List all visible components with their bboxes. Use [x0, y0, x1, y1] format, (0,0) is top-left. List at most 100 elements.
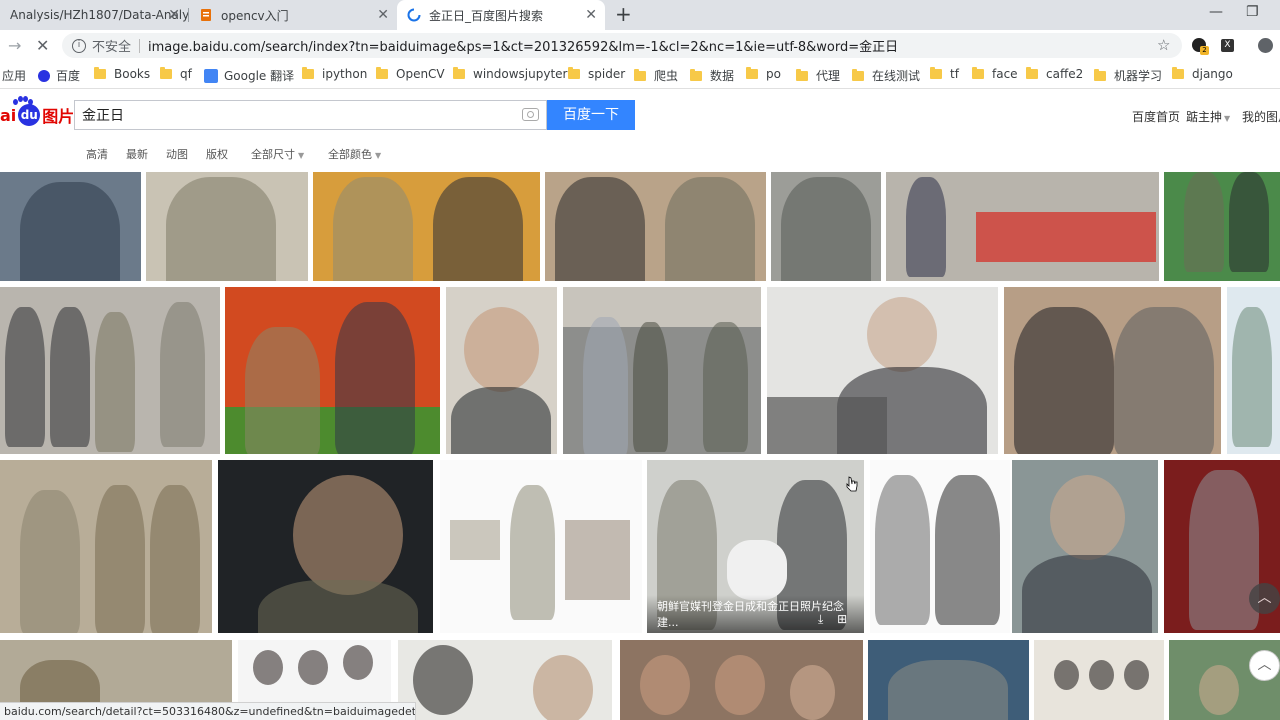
bookmark-label: spider [588, 67, 626, 81]
result-image[interactable] [620, 640, 863, 720]
bookmark-apps[interactable]: 应用 [2, 67, 26, 84]
logo-du: du [18, 104, 41, 126]
bookmark-face[interactable]: face [972, 67, 1018, 81]
filter-animated[interactable]: 动图 [166, 146, 188, 162]
bookmark-opencv[interactable]: OpenCV [376, 67, 445, 81]
close-tab-icon[interactable]: ✕ [585, 7, 597, 23]
folder-icon [972, 67, 984, 79]
chevron-down-icon: ▼ [375, 151, 382, 160]
bookmark-label: 在线测试 [872, 69, 921, 83]
link-my-images[interactable]: 我的图片 [1242, 108, 1280, 125]
result-image[interactable] [868, 640, 1029, 720]
bookmark-data[interactable]: 数据 [690, 67, 734, 84]
tab-opencv[interactable]: opencv入门 ✕ [189, 0, 397, 30]
result-image[interactable] [0, 460, 212, 633]
download-icon[interactable]: ⤓ [818, 612, 823, 626]
bookmark-label: 应用 [2, 69, 27, 83]
result-image[interactable] [563, 287, 761, 454]
mouse-cursor-icon [846, 476, 858, 492]
bookmark-caffe2[interactable]: caffe2 [1026, 67, 1083, 81]
filter-label: 版权 [206, 148, 228, 161]
result-image[interactable] [1164, 172, 1280, 281]
result-image[interactable] [218, 460, 433, 633]
result-image[interactable] [1004, 287, 1221, 454]
bookmark-po[interactable]: po [746, 67, 781, 81]
bookmark-django[interactable]: django [1172, 67, 1233, 81]
bookmark-star-icon[interactable]: ☆ [1157, 36, 1170, 54]
bookmark-online-test[interactable]: 在线测试 [852, 67, 920, 84]
close-tab-icon[interactable]: ✕ [377, 7, 389, 23]
zoom-icon[interactable]: ⊞ [837, 612, 847, 626]
filter-color-dropdown[interactable]: 全部颜色 ▼ [328, 146, 381, 162]
result-image[interactable] [771, 172, 881, 281]
folder-icon [746, 67, 758, 79]
result-image[interactable] [1034, 640, 1164, 720]
search-input[interactable]: 金正日 [74, 100, 547, 130]
folder-icon [796, 68, 808, 81]
baidu-logo[interactable]: ai du 图片 [0, 97, 74, 133]
result-image[interactable] [0, 172, 141, 281]
address-bar[interactable]: i 不安全 image.baidu.com/search/index?tn=ba… [62, 33, 1182, 58]
filter-latest[interactable]: 最新 [126, 146, 148, 162]
filter-size-dropdown[interactable]: 全部尺寸 ▼ [251, 146, 304, 162]
result-image[interactable] [886, 172, 1159, 281]
chevron-down-icon: ▼ [1224, 114, 1231, 123]
bookmark-label: 百度 [56, 69, 81, 83]
search-value[interactable]: 金正日 [82, 105, 124, 125]
new-tab-plus-icon[interactable]: + [615, 2, 632, 26]
bookmark-crawler[interactable]: 爬虫 [634, 67, 678, 84]
bookmark-tf[interactable]: tf [930, 67, 959, 81]
result-image[interactable] [1227, 287, 1280, 454]
bookmark-ipython[interactable]: ipython [302, 67, 367, 81]
forward-arrow-icon[interactable]: → [8, 36, 21, 55]
info-icon[interactable]: i [72, 38, 86, 53]
tab-baidu-image[interactable]: 金正日_百度图片搜索 ✕ [397, 0, 605, 30]
translate-icon [204, 68, 218, 83]
tab-title: 金正日_百度图片搜索 [429, 8, 544, 23]
result-image[interactable] [225, 287, 440, 454]
stop-loading-icon[interactable]: ✕ [36, 36, 49, 55]
result-image[interactable] [446, 287, 557, 454]
search-button[interactable]: 百度一下 [547, 100, 635, 130]
bookmark-proxy[interactable]: 代理 [796, 67, 840, 84]
result-image[interactable] [398, 640, 612, 720]
result-image[interactable] [545, 172, 766, 281]
tab-github[interactable]: Analysis/HZh1807/Data-Analy ✕ [0, 0, 188, 30]
result-image[interactable] [767, 287, 998, 454]
result-image[interactable] [870, 460, 1010, 633]
bookmark-google-translate[interactable]: Google 翻译 [204, 67, 294, 84]
camera-icon[interactable] [522, 108, 539, 121]
close-tab-icon[interactable]: ✕ [168, 7, 180, 23]
result-image[interactable] [440, 460, 642, 633]
link-baidu-home[interactable]: 百度首页 [1132, 108, 1180, 125]
folder-icon [568, 67, 580, 79]
bookmark-windowsjupyter[interactable]: windowsjupyter [453, 67, 567, 81]
bookmark-label: ipython [322, 67, 368, 81]
restore-icon[interactable]: ❐ [1246, 4, 1259, 20]
link-user-menu[interactable]: 踮主抻 ▼ [1186, 108, 1230, 125]
result-image[interactable] [1012, 460, 1158, 633]
bookmark-qf[interactable]: qf [160, 67, 192, 81]
result-image[interactable] [146, 172, 308, 281]
scroll-to-top-button[interactable]: ︿ [1249, 583, 1280, 614]
folder-icon [690, 68, 702, 81]
filter-hd[interactable]: 高清 [86, 146, 108, 162]
security-label[interactable]: 不安全 [92, 36, 131, 55]
folder-icon [634, 68, 646, 81]
loading-icon [407, 8, 421, 22]
profile-avatar-icon[interactable] [1258, 38, 1273, 53]
bookmark-baidu[interactable]: 百度 [38, 67, 80, 84]
result-image[interactable] [313, 172, 540, 281]
bookmark-label: caffe2 [1046, 67, 1084, 81]
browser-toolbar: → ✕ i 不安全 image.baidu.com/search/index?t… [0, 30, 1280, 61]
bookmark-spider[interactable]: spider [568, 67, 625, 81]
feedback-button[interactable]: ︿ [1249, 650, 1280, 681]
filter-copyright[interactable]: 版权 [206, 146, 228, 162]
extension-x-icon[interactable]: X [1221, 39, 1234, 52]
minimize-icon[interactable]: — [1209, 4, 1223, 20]
bookmark-machine-learning[interactable]: 机器学习 [1094, 67, 1162, 84]
url-text[interactable]: image.baidu.com/search/index?tn=baiduima… [148, 36, 898, 55]
bookmark-books[interactable]: Books [94, 67, 150, 81]
result-image[interactable] [0, 287, 220, 454]
user-menu-label: 踮主抻 [1186, 110, 1223, 124]
